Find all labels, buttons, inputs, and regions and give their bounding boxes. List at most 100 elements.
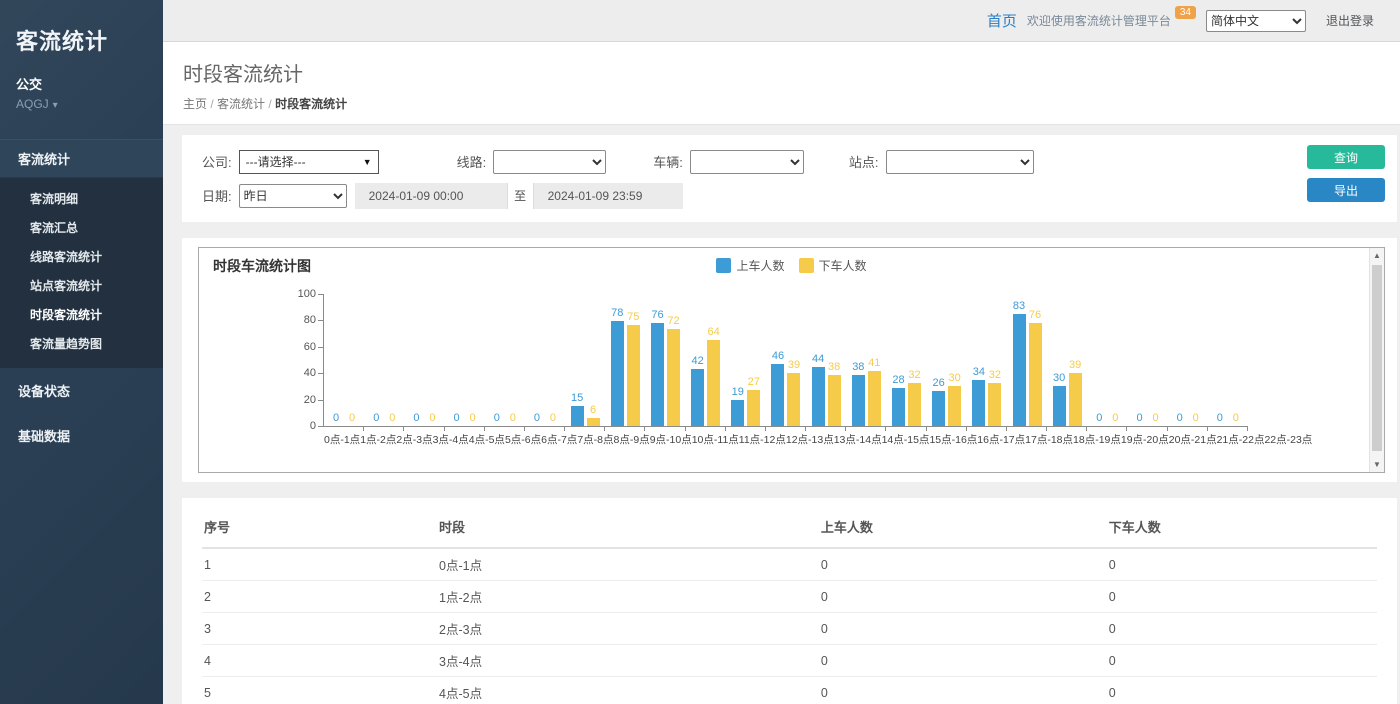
org-name: 公交	[16, 74, 147, 93]
scroll-down-icon[interactable]: ▼	[1370, 460, 1384, 469]
chart-bar[interactable]	[1069, 373, 1082, 426]
chart-bar[interactable]	[691, 369, 704, 426]
chart-bar-column: 0	[346, 294, 359, 426]
chart-category-group: 4438	[806, 294, 846, 426]
chart-bar[interactable]	[988, 383, 1001, 426]
table-cell: 0	[819, 645, 1107, 677]
sidebar-item-base-data[interactable]: 基础数据	[0, 413, 163, 458]
chart-bar-column: 15	[571, 294, 584, 426]
company-select[interactable]: ---请选择--- ▼	[239, 150, 379, 174]
chart-bar[interactable]	[908, 383, 921, 426]
breadcrumb-item[interactable]: 客流统计	[217, 97, 275, 111]
sidebar-submenu: 客流明细客流汇总线路客流统计站点客流统计时段客流统计客流量趋势图	[0, 178, 163, 368]
chart-bar-column: 0	[530, 294, 543, 426]
chart-bar[interactable]	[812, 367, 825, 426]
bar-value-label: 26	[933, 377, 945, 390]
chart-bar-column: 0	[1093, 294, 1106, 426]
chart-bar[interactable]	[852, 375, 865, 426]
y-axis-tick-label: 100	[284, 288, 324, 300]
chart-bar[interactable]	[587, 418, 600, 426]
vehicle-label: 车辆:	[653, 152, 683, 171]
x-axis-category-label: 10点-11点	[692, 432, 739, 447]
chart-bar[interactable]	[611, 321, 624, 426]
chart-category-group: 8376	[1007, 294, 1047, 426]
legend-label: 下车人数	[819, 257, 867, 274]
chart-bar-column: 30	[948, 294, 961, 426]
x-axis-category-label: 13点-14点	[834, 432, 882, 447]
chart-bar[interactable]	[707, 340, 720, 426]
chart-bar[interactable]	[667, 329, 680, 426]
chart-bar[interactable]	[731, 400, 744, 426]
chart-bar-column: 26	[932, 294, 945, 426]
select-arrow-icon: ▼	[363, 157, 372, 167]
filter-row-1: 公司: ---请选择--- ▼ 线路: 车辆: 站点:	[202, 148, 1257, 175]
chart-bar[interactable]	[1029, 323, 1042, 426]
sidebar-item-device-status[interactable]: 设备状态	[0, 368, 163, 413]
chart-category-group: 00	[525, 294, 565, 426]
chart-bar[interactable]	[571, 406, 584, 426]
chart-bar[interactable]	[627, 325, 640, 426]
vehicle-select[interactable]	[690, 150, 804, 174]
sidebar-submenu-item[interactable]: 站点客流统计	[0, 271, 163, 300]
chart-bar-column: 76	[651, 294, 664, 426]
x-axis-category-label: 20点-21点	[1169, 432, 1217, 447]
chart-bar[interactable]	[972, 380, 985, 426]
chart-bar-column: 27	[747, 294, 760, 426]
bar-value-label: 0	[1193, 412, 1199, 425]
export-button[interactable]: 导出	[1307, 178, 1385, 202]
bar-value-label: 0	[454, 412, 460, 425]
chart-bar-column: 0	[386, 294, 399, 426]
notification-badge[interactable]: 34	[1175, 6, 1196, 19]
chart-bar[interactable]	[868, 371, 881, 426]
chart-bar[interactable]	[1013, 314, 1026, 426]
chart-category-group: 00	[1087, 294, 1127, 426]
legend-item[interactable]: 下车人数	[799, 257, 867, 274]
breadcrumb-item[interactable]: 主页	[183, 97, 217, 111]
table-cell: 1	[202, 548, 437, 581]
scrollbar-thumb[interactable]	[1372, 265, 1382, 451]
line-select[interactable]	[493, 150, 606, 174]
sidebar-submenu-item[interactable]: 线路客流统计	[0, 242, 163, 271]
page-header: 时段客流统计 主页客流统计时段客流统计	[163, 42, 1400, 125]
bar-value-label: 0	[389, 412, 395, 425]
chart-plot-area: 0000000000001567875767242641927463944383…	[323, 294, 1248, 427]
chart-bar-column: 0	[1133, 294, 1146, 426]
bar-value-label: 42	[692, 355, 704, 368]
sidebar-submenu-item[interactable]: 客流量趋势图	[0, 329, 163, 358]
legend-item[interactable]: 上车人数	[716, 257, 784, 274]
sidebar-section-passenger-stats[interactable]: 客流统计	[0, 139, 163, 178]
chart-bar[interactable]	[1053, 386, 1066, 427]
table-cell: 0	[1107, 581, 1377, 613]
chart-bar[interactable]	[771, 364, 784, 426]
chart-bar[interactable]	[892, 388, 905, 426]
chart-bar[interactable]	[787, 373, 800, 426]
chart-bar[interactable]	[948, 386, 961, 427]
chart-bar-column: 0	[330, 294, 343, 426]
date-to-input[interactable]: 2024-01-09 23:59	[534, 183, 683, 209]
language-select[interactable]: 简体中文	[1206, 10, 1306, 32]
chart-bar-column: 0	[1229, 294, 1242, 426]
station-select[interactable]	[886, 150, 1034, 174]
chart-scrollbar[interactable]: ▲ ▼	[1369, 248, 1384, 472]
chart-bar[interactable]	[828, 375, 841, 426]
scroll-up-icon[interactable]: ▲	[1370, 251, 1384, 260]
sidebar-submenu-item[interactable]: 客流明细	[0, 184, 163, 213]
sidebar-submenu-item[interactable]: 时段客流统计	[0, 300, 163, 329]
date-preset-select[interactable]: 昨日	[239, 184, 347, 208]
chart-bar[interactable]	[651, 323, 664, 426]
bar-value-label: 0	[333, 412, 339, 425]
date-from-input[interactable]: 2024-01-09 00:00	[355, 183, 507, 209]
home-link[interactable]: 首页	[987, 10, 1017, 31]
sidebar-submenu-item[interactable]: 客流汇总	[0, 213, 163, 242]
chart-card: 时段车流统计图 上车人数下车人数 00000000000015678757672…	[182, 238, 1397, 482]
query-button[interactable]: 查询	[1307, 145, 1385, 169]
content-area: 公司: ---请选择--- ▼ 线路: 车辆: 站点: 日期: 昨日	[163, 125, 1400, 704]
bar-value-label: 46	[772, 350, 784, 363]
bar-value-label: 34	[973, 366, 985, 379]
logout-link[interactable]: 退出登录	[1326, 12, 1374, 29]
chart-bar[interactable]	[932, 391, 945, 426]
org-code-dropdown[interactable]: AQGJ▾	[16, 97, 147, 111]
breadcrumb: 主页客流统计时段客流统计	[183, 95, 1400, 112]
chart-category-group: 7672	[645, 294, 685, 426]
chart-bar[interactable]	[747, 390, 760, 426]
